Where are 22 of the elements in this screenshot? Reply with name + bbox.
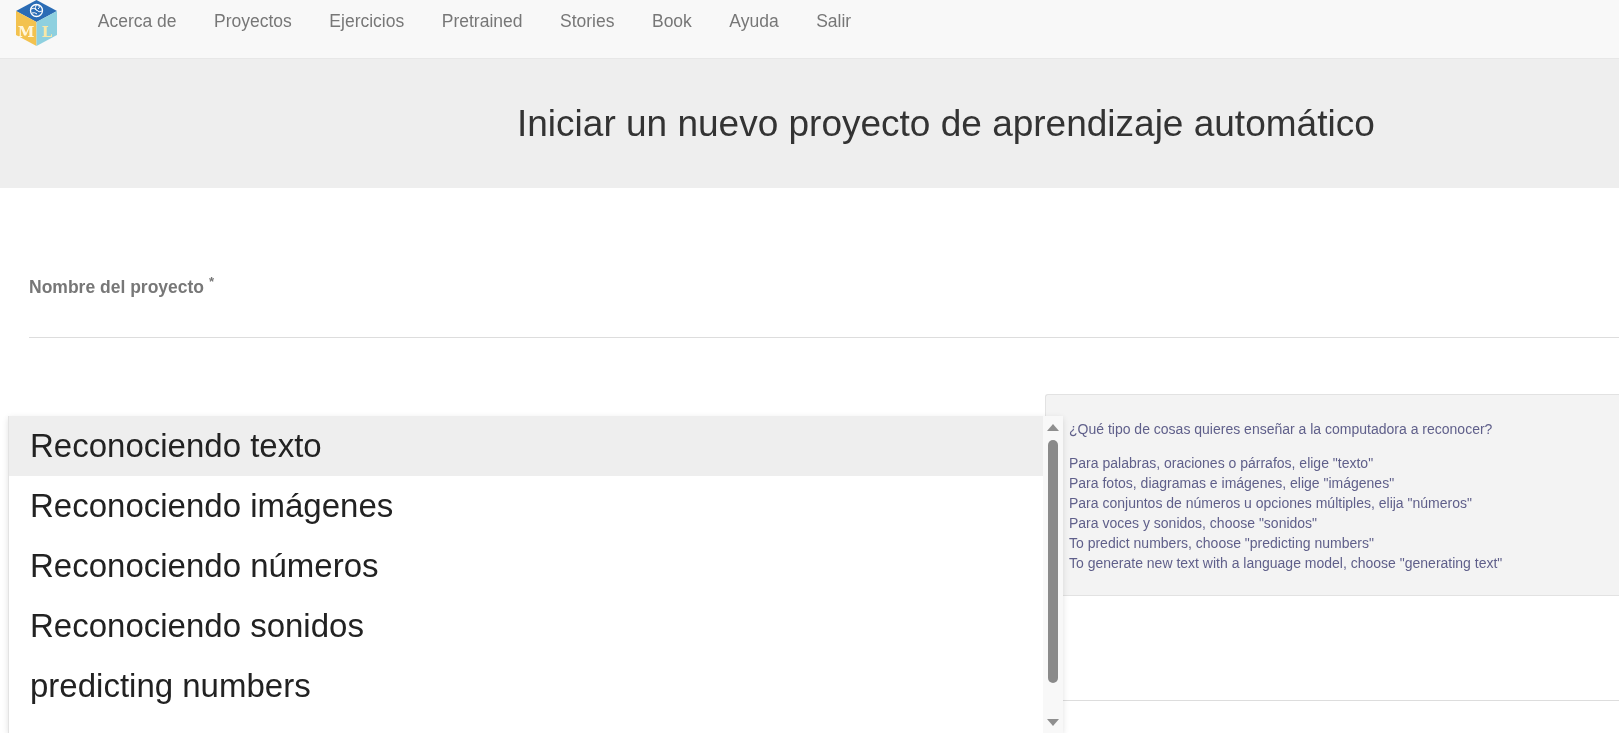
scroll-up-arrow-icon[interactable] bbox=[1047, 424, 1059, 431]
nav-link[interactable]: Ejercicios bbox=[310, 0, 423, 42]
nav-link[interactable]: Proyectos bbox=[195, 0, 311, 42]
project-name-field[interactable]: Nombre del proyecto $^{*}$ bbox=[29, 277, 1619, 338]
nav-link[interactable]: Pretrained bbox=[423, 0, 542, 42]
nav-link[interactable]: Acerca de bbox=[79, 0, 196, 42]
field-label: Nombre del proyecto $^{*}$ bbox=[29, 277, 215, 297]
dropdown-option[interactable]: Reconociendo texto bbox=[9, 416, 1043, 476]
nav-link[interactable]: Ayuda bbox=[710, 0, 798, 42]
page-title: Iniciar un nuevo proyecto de aprendizaje automático bbox=[517, 101, 1375, 146]
nav-link[interactable]: Stories bbox=[541, 0, 634, 42]
nav-link[interactable]: Salir bbox=[797, 0, 870, 42]
help-line: Para fotos, diagramas e imágenes, elige "imágenes" bbox=[1069, 474, 1396, 493]
scroll-down-arrow-icon[interactable] bbox=[1047, 719, 1059, 726]
help-line: To predict numbers, choose "predicting numbers" bbox=[1069, 534, 1375, 553]
help-line: Para palabras, oraciones o párrafos, elige "texto" bbox=[1069, 454, 1375, 473]
help-line: To generate new text with a language model, choose "generating text" bbox=[1069, 554, 1504, 573]
nav-link[interactable]: Book bbox=[633, 0, 711, 42]
scrollbar-thumb[interactable] bbox=[1048, 440, 1058, 683]
help-line: Para voces y sonidos, choose "sonidos" bbox=[1069, 514, 1319, 533]
help-question: ¿Qué tipo de cosas quieres enseñar a la computadora a reconocer? bbox=[1069, 420, 1494, 439]
help-line: Para conjuntos de números u opciones múltiples, elija "números" bbox=[1069, 494, 1473, 513]
